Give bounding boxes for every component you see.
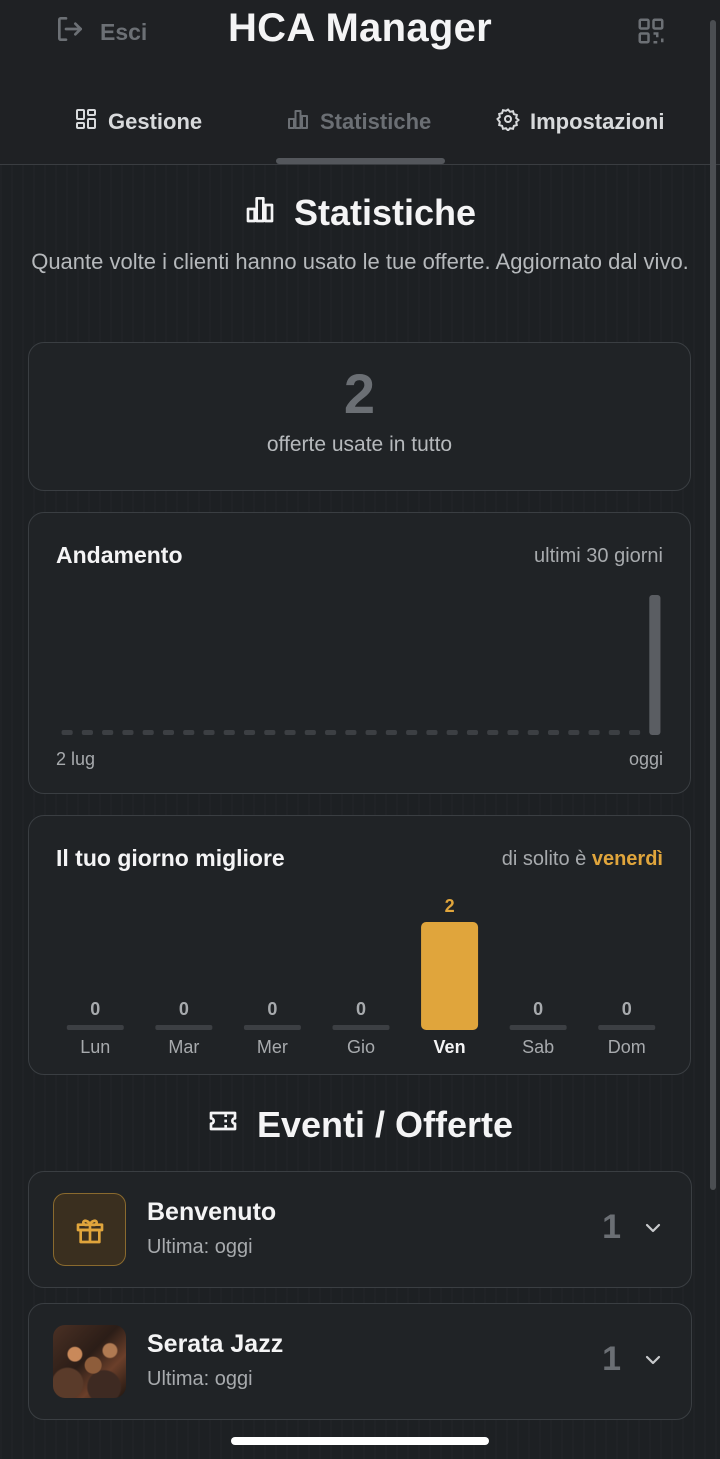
trend-bar <box>345 730 357 735</box>
tab-label: Statistiche <box>320 109 432 134</box>
weekday-value-label: 0 <box>90 999 100 1019</box>
trend-bar <box>325 730 337 735</box>
trend-bar <box>629 730 641 735</box>
weekday-bar <box>66 1025 124 1030</box>
events-title: Eventi / Offerte <box>256 1104 514 1145</box>
stats-subtitle: Quante volte i clienti hanno usato le tu… <box>31 249 689 274</box>
weekday-bar <box>243 1025 301 1030</box>
total-value: 2 <box>343 362 376 425</box>
trend-bar <box>406 730 418 735</box>
stats-title: Statistiche <box>293 192 477 233</box>
home-indicator[interactable] <box>231 1437 489 1445</box>
weekday-chart: 0 Lun 0 Mar 0 Mer 0 Gio 2 Ven 0 Sab 0 Dom <box>66 896 656 1057</box>
jazz-photo <box>53 1325 126 1398</box>
active-tab-indicator <box>276 158 445 164</box>
tab-bar: Gestione Statistiche Impostazioni <box>0 96 720 148</box>
weekday-label: Dom <box>608 1037 646 1057</box>
weekday-value-label: 2 <box>445 896 455 916</box>
total-label: offerte usate in tutto <box>266 433 453 456</box>
trend-start-label: 2 lug <box>56 749 96 769</box>
trend-bar <box>243 730 256 735</box>
tab-label: Impostazioni <box>530 109 665 134</box>
trend-bar <box>122 730 134 735</box>
best-day-card: Il tuo giorno migliore di solito è vener… <box>28 815 691 1075</box>
trend-bar <box>547 730 560 735</box>
event-count: 1 <box>602 1208 621 1246</box>
trend-bar <box>162 730 175 735</box>
trend-bar <box>385 730 397 735</box>
trend-bar <box>487 730 499 735</box>
tab-statistiche[interactable]: Statistiche <box>286 96 431 148</box>
trend-chart <box>61 595 661 735</box>
trend-bar <box>223 730 235 735</box>
trend-bar <box>365 730 377 735</box>
tab-label: Gestione <box>108 109 203 134</box>
gift-icon <box>53 1193 126 1266</box>
trend-end-label: oggi <box>628 749 663 769</box>
qr-code-icon[interactable] <box>636 16 666 46</box>
weekday-value-label: 0 <box>356 999 366 1019</box>
weekday-bar <box>421 922 479 1030</box>
trend-bar <box>61 730 73 735</box>
weekday-value-label: 0 <box>533 999 543 1019</box>
event-count: 1 <box>602 1340 621 1378</box>
weekday-bar <box>509 1025 567 1030</box>
tab-impostazioni[interactable]: Impostazioni <box>496 96 664 148</box>
weekday-bar <box>332 1025 390 1030</box>
trend-bar <box>102 730 114 735</box>
event-last-used: Ultima: oggi <box>147 1236 253 1258</box>
trend-bar <box>304 730 316 735</box>
event-name: Benvenuto <box>147 1198 277 1226</box>
weekday-label: Sab <box>522 1037 554 1057</box>
top-bar: Esci HCA Manager Gestione Statistiche Im… <box>0 0 720 165</box>
chevron-down-icon[interactable] <box>641 1348 665 1372</box>
app-title: HCA Manager <box>227 6 493 50</box>
weekday-label: Lun <box>80 1037 110 1057</box>
trend-bar <box>142 730 154 735</box>
weekday-label: Mer <box>257 1037 288 1057</box>
events-heading: Eventi / Offerte <box>0 1104 720 1146</box>
trend-bar <box>507 730 519 735</box>
tab-gestione[interactable]: Gestione <box>74 96 202 148</box>
trend-bar <box>649 595 661 735</box>
trend-bar <box>284 730 296 735</box>
gear-icon <box>496 107 521 137</box>
trend-bar <box>183 730 195 735</box>
chevron-down-icon[interactable] <box>641 1216 665 1240</box>
trend-bar <box>568 730 580 735</box>
stats-heading: Statistiche <box>0 192 720 234</box>
weekday-label: Ven <box>434 1037 466 1057</box>
event-item-benvenuto[interactable]: Benvenuto Ultima: oggi 1 <box>28 1171 692 1288</box>
app-screen: Esci HCA Manager Gestione Statistiche Im… <box>0 0 720 1459</box>
weekday-label: Gio <box>347 1037 375 1057</box>
weekday-bar <box>598 1025 656 1030</box>
trend-bar <box>81 730 93 735</box>
weekday-value-label: 0 <box>179 999 189 1019</box>
trend-bar <box>203 730 215 735</box>
trend-bar <box>446 730 458 735</box>
bar-chart-icon <box>244 192 276 234</box>
trend-bar <box>588 730 600 735</box>
trend-bar <box>527 730 539 735</box>
event-last-used: Ultima: oggi <box>147 1368 253 1390</box>
trend-bar <box>426 730 438 735</box>
trend-card: Andamento ultimi 30 giorni 2 lug oggi <box>28 512 691 794</box>
weekday-bar <box>155 1025 213 1030</box>
trend-bar <box>608 730 620 735</box>
trend-bar <box>466 730 479 735</box>
weekday-label: Mar <box>168 1037 199 1057</box>
weekday-value-label: 0 <box>267 999 277 1019</box>
weekday-value-label: 0 <box>622 999 632 1019</box>
total-card: 2 offerte usate in tutto <box>28 342 691 491</box>
grid-icon <box>74 107 98 137</box>
ticket-icon <box>207 1104 239 1146</box>
trend-bar <box>264 730 276 735</box>
bar-chart-icon <box>286 107 310 137</box>
event-item-serata-jazz[interactable]: Serata Jazz Ultima: oggi 1 <box>28 1303 692 1420</box>
event-name: Serata Jazz <box>147 1330 284 1358</box>
